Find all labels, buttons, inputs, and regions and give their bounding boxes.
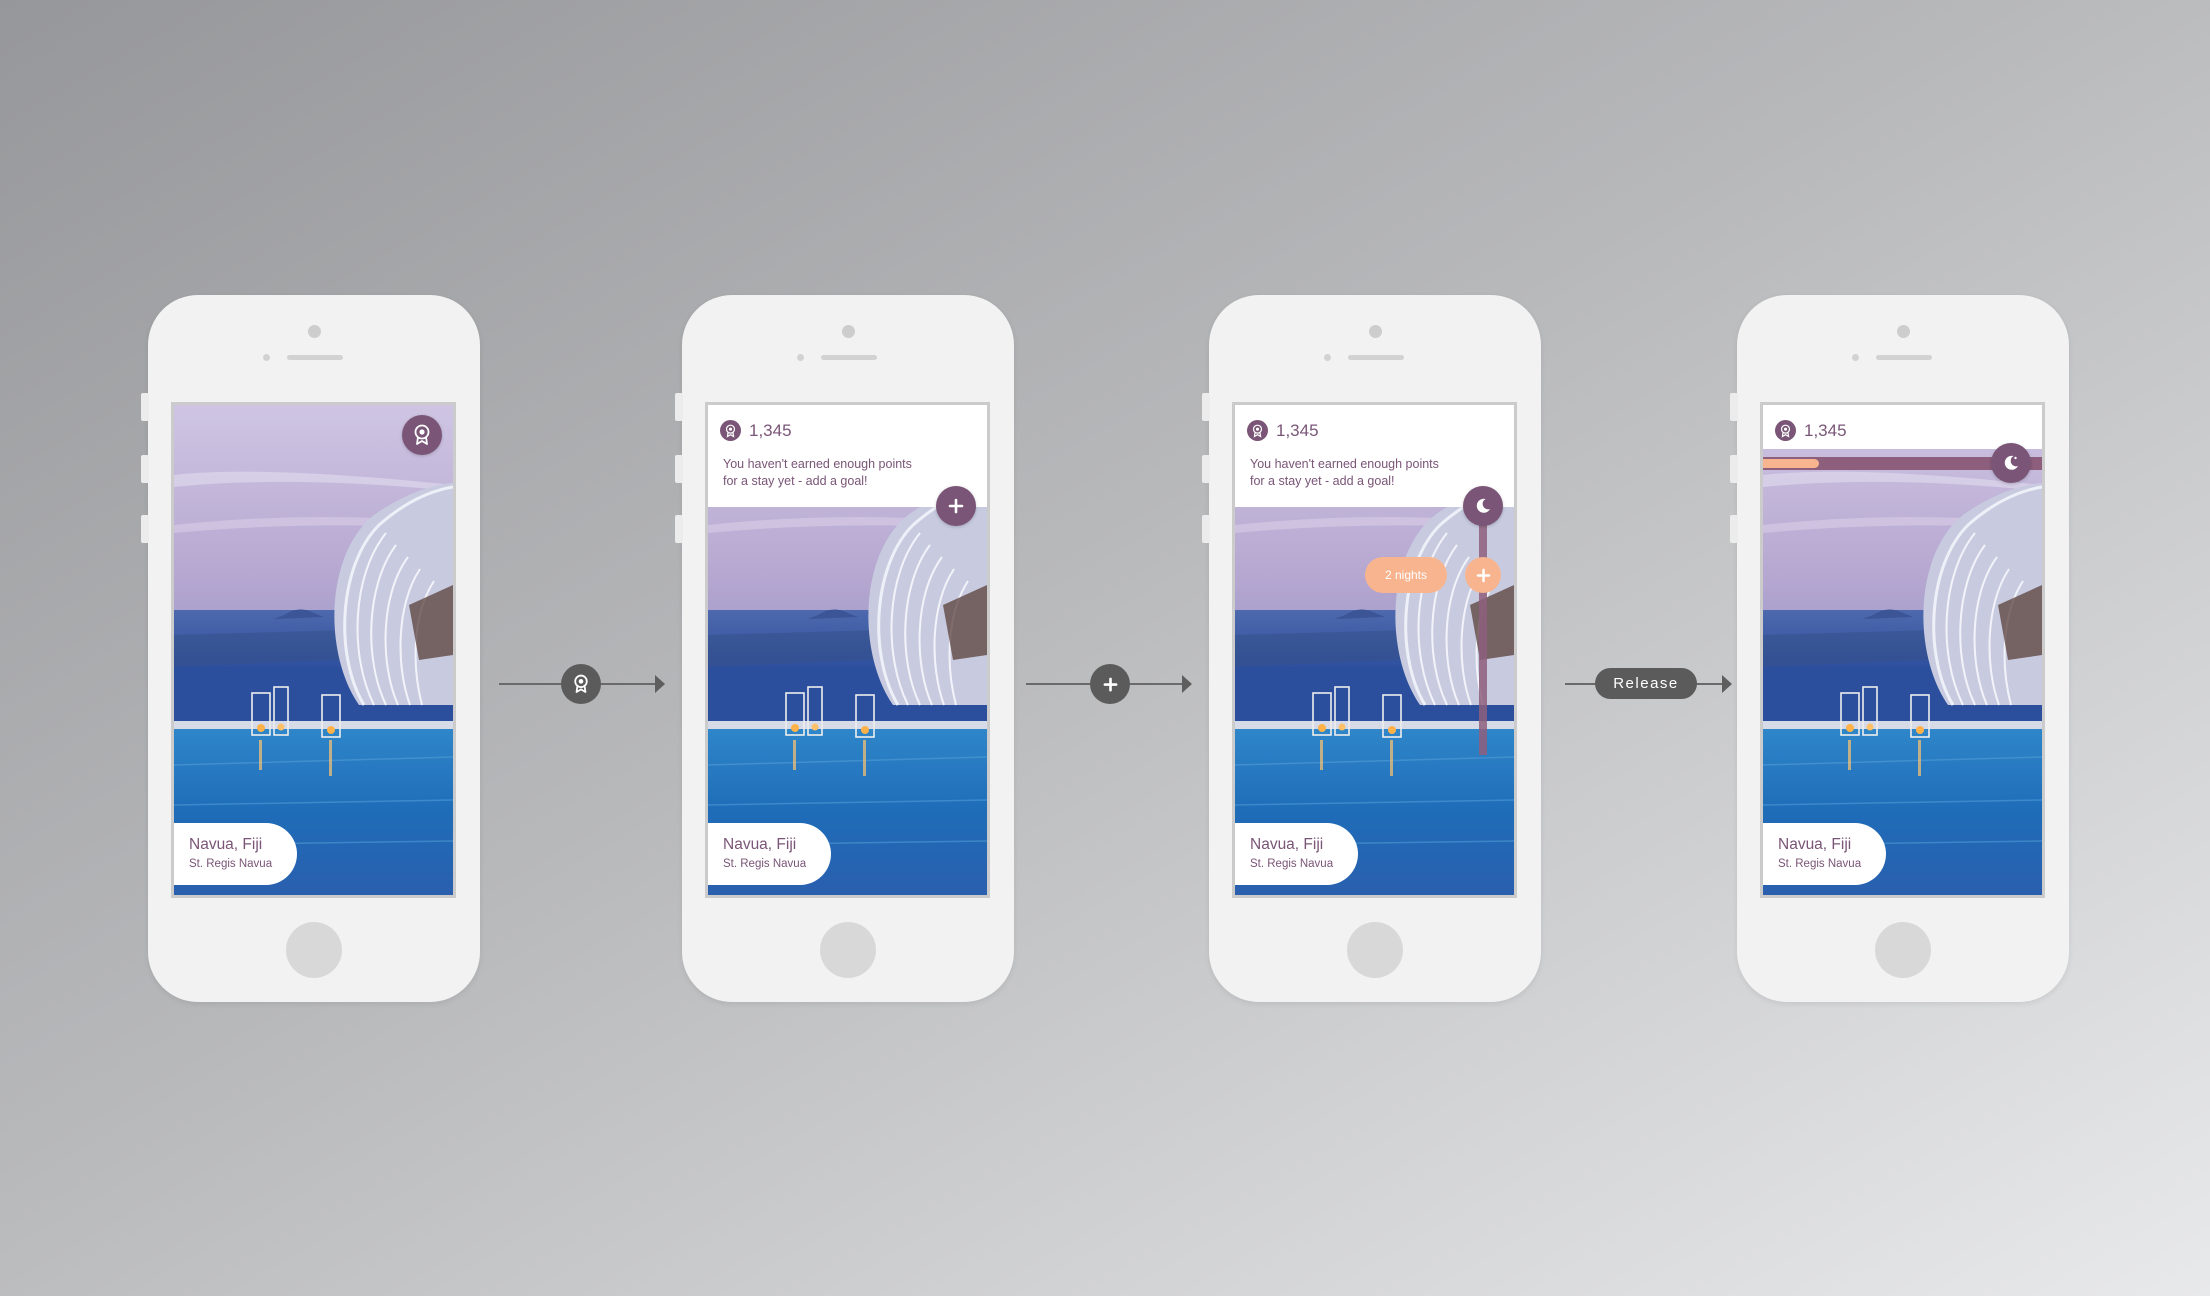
location-city: Navua, Fiji: [723, 836, 797, 853]
speaker: [821, 355, 877, 360]
screen-4: 1,345 Navua, Fiji St. Regis Navua: [1760, 402, 2045, 898]
moon-icon: [2004, 455, 2018, 470]
points-row: 1,345: [720, 420, 792, 441]
screen-2: 1,345 You haven't earned enough points f…: [705, 402, 990, 898]
side-button: [141, 515, 149, 543]
sensor: [263, 354, 270, 361]
points-message: You haven't earned enough points for a s…: [1250, 456, 1470, 490]
side-button: [141, 455, 149, 483]
phone-mockup-2: 1,345 You haven't earned enough points f…: [675, 295, 1014, 1002]
speaker: [1876, 355, 1932, 360]
award-ribbon-icon: [1775, 420, 1796, 441]
message-line: for a stay yet - add a goal!: [1250, 474, 1395, 488]
side-button: [1202, 515, 1210, 543]
award-ribbon-icon: [720, 420, 741, 441]
hotel-photo: [174, 405, 453, 895]
speaker: [287, 355, 343, 360]
drag-handle[interactable]: [1465, 557, 1501, 593]
goal-button[interactable]: [1463, 486, 1503, 526]
location-card[interactable]: Navua, Fiji St. Regis Navua: [708, 823, 831, 885]
location-city: Navua, Fiji: [1250, 836, 1324, 853]
points-value: 1,345: [749, 420, 792, 440]
sensor: [797, 354, 804, 361]
location-hotel: St. Regis Navua: [189, 858, 273, 870]
nights-pill: 2 nights: [1365, 557, 1447, 593]
points-message: You haven't earned enough points for a s…: [723, 456, 943, 490]
transition-points-step: [561, 664, 601, 704]
sensor: [1852, 354, 1859, 361]
sensor: [1324, 354, 1331, 361]
message-line: You haven't earned enough points: [723, 457, 912, 471]
points-value: 1,345: [1804, 420, 1847, 440]
phone-mockup-1: Navua, Fiji St. Regis Navua: [141, 295, 480, 1002]
arrow-right-icon: [1182, 675, 1192, 693]
plus-icon: [948, 498, 964, 514]
home-button: [1875, 922, 1931, 978]
points-row: 1,345: [1247, 420, 1319, 441]
phone-mockup-4: 1,345 Navua, Fiji St. Regis Navua: [1730, 295, 2069, 1002]
transition-add-step: [1090, 664, 1130, 704]
front-camera: [1897, 325, 1910, 338]
side-button: [675, 455, 683, 483]
side-button: [141, 393, 149, 421]
location-card[interactable]: Navua, Fiji St. Regis Navua: [1235, 823, 1358, 885]
award-ribbon-icon: [574, 674, 588, 693]
points-panel: 1,345: [1763, 405, 2042, 449]
arrow-right-icon: [655, 675, 665, 693]
goal-progress-fill: [1763, 459, 1819, 468]
side-button: [1202, 393, 1210, 421]
phone-mockup-3: 1,345 You haven't earned enough points f…: [1202, 295, 1541, 1002]
plus-icon: [1103, 677, 1117, 691]
moon-icon: [1476, 498, 1490, 513]
award-ribbon-icon: [1247, 420, 1268, 441]
points-button[interactable]: [402, 415, 442, 455]
drag-track: [1479, 505, 1487, 755]
side-button: [1730, 455, 1738, 483]
location-hotel: St. Regis Navua: [1250, 858, 1334, 870]
side-button: [1730, 515, 1738, 543]
goal-button[interactable]: [1991, 443, 2031, 483]
front-camera: [842, 325, 855, 338]
location-card[interactable]: Navua, Fiji St. Regis Navua: [174, 823, 297, 885]
side-button: [1730, 393, 1738, 421]
screen-1: Navua, Fiji St. Regis Navua: [171, 402, 456, 898]
plus-icon: [1476, 568, 1490, 582]
location-hotel: St. Regis Navua: [1778, 858, 1862, 870]
screen-3: 1,345 You haven't earned enough points f…: [1232, 402, 1517, 898]
points-row: 1,345: [1775, 420, 1847, 441]
home-button: [1347, 922, 1403, 978]
location-card[interactable]: Navua, Fiji St. Regis Navua: [1763, 823, 1886, 885]
front-camera: [308, 325, 321, 338]
message-line: You haven't earned enough points: [1250, 457, 1439, 471]
nights-label: 2 nights: [1384, 568, 1428, 582]
home-button: [820, 922, 876, 978]
location-city: Navua, Fiji: [1778, 836, 1852, 853]
message-line: for a stay yet - add a goal!: [723, 474, 868, 488]
points-value: 1,345: [1276, 420, 1319, 440]
arrow-right-icon: [1722, 675, 1732, 693]
add-goal-button[interactable]: [936, 486, 976, 526]
location-hotel: St. Regis Navua: [723, 858, 807, 870]
transition-release-step: Release: [1595, 668, 1697, 699]
award-ribbon-icon: [414, 424, 430, 445]
home-button: [286, 922, 342, 978]
speaker: [1348, 355, 1404, 360]
side-button: [675, 515, 683, 543]
location-city: Navua, Fiji: [189, 836, 263, 853]
front-camera: [1369, 325, 1382, 338]
side-button: [1202, 455, 1210, 483]
side-button: [675, 393, 683, 421]
